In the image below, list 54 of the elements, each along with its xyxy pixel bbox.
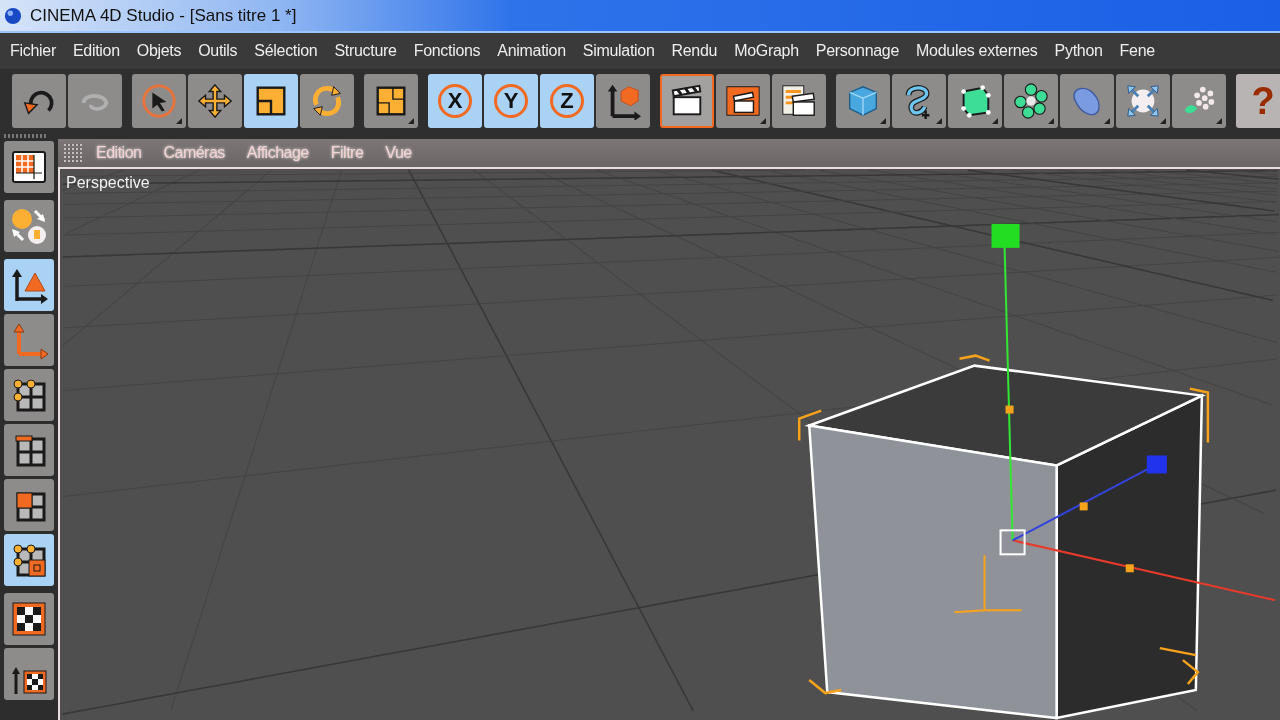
menu-item[interactable]: Affichage: [246, 144, 309, 162]
grip-handle[interactable]: [4, 134, 48, 138]
menu-item[interactable]: Personnage: [815, 42, 917, 60]
checker-icon: [9, 599, 49, 639]
menu-item[interactable]: Outils: [198, 42, 255, 60]
menu-item[interactable]: Structure: [334, 42, 414, 60]
toolbar-button[interactable]: [948, 74, 1002, 128]
viewport-label: Perspective: [66, 174, 150, 192]
menu-item[interactable]: Simulation: [582, 42, 672, 60]
toolbar-button[interactable]: [132, 74, 186, 128]
menu-item[interactable]: Sélection: [254, 42, 335, 60]
cube-with-axes-drawing[interactable]: [797, 223, 1276, 720]
sidebar-button[interactable]: [4, 479, 54, 531]
menu-item[interactable]: Filtre: [330, 144, 364, 162]
toolbar-button[interactable]: [772, 74, 826, 128]
menu-item[interactable]: Animation: [497, 42, 583, 60]
menu-item[interactable]: Fonctions: [413, 42, 498, 60]
toolbar-button[interactable]: [1004, 74, 1058, 128]
menu-item[interactable]: Rendu: [671, 42, 735, 60]
toolbar-button[interactable]: [244, 74, 298, 128]
sidebar-button[interactable]: [4, 648, 54, 700]
toolbar-button[interactable]: [364, 74, 418, 128]
toolbar-button[interactable]: [596, 74, 650, 128]
menu-item[interactable]: Edition: [72, 42, 137, 60]
menu-item[interactable]: Fichier: [10, 42, 73, 60]
menu-item[interactable]: Edition: [96, 144, 142, 162]
menu-item[interactable]: Modules externes: [916, 42, 1055, 60]
toolbar-button[interactable]: [188, 74, 242, 128]
sidebar-button[interactable]: [4, 534, 54, 586]
sidebar-button[interactable]: [4, 141, 54, 193]
sidebar-button[interactable]: [4, 593, 54, 645]
menu-item[interactable]: Caméras: [163, 144, 225, 162]
toolbar-button[interactable]: [716, 74, 770, 128]
toolbar-button[interactable]: [892, 74, 946, 128]
toolbar-button[interactable]: Y: [484, 74, 538, 128]
grip-handle[interactable]: [64, 144, 82, 162]
flower-icon: [1012, 82, 1050, 120]
toolbar-button[interactable]: Z: [540, 74, 594, 128]
menu-item[interactable]: Vue: [385, 144, 412, 162]
toolbar-button[interactable]: [660, 74, 714, 128]
window-title: CINEMA 4D Studio - [Sans titre 1 *]: [30, 5, 297, 26]
sidebar-button[interactable]: [4, 424, 54, 476]
toolbar-button[interactable]: ?: [1236, 74, 1280, 128]
move-arrows-icon: [196, 82, 234, 120]
app-logo-icon: [4, 6, 22, 25]
menu-item[interactable]: Python: [1054, 42, 1120, 60]
menu-item[interactable]: Objets: [136, 42, 199, 60]
toolbar-button[interactable]: X: [428, 74, 482, 128]
menu-item[interactable]: Fene: [1119, 42, 1172, 60]
sidebar-button[interactable]: [4, 259, 54, 311]
expand-arrows-icon: [1124, 82, 1162, 120]
menu-item[interactable]: MoGraph: [734, 42, 816, 60]
sidebar-button[interactable]: [4, 369, 54, 421]
sphere-arrows-icon: [9, 206, 49, 246]
